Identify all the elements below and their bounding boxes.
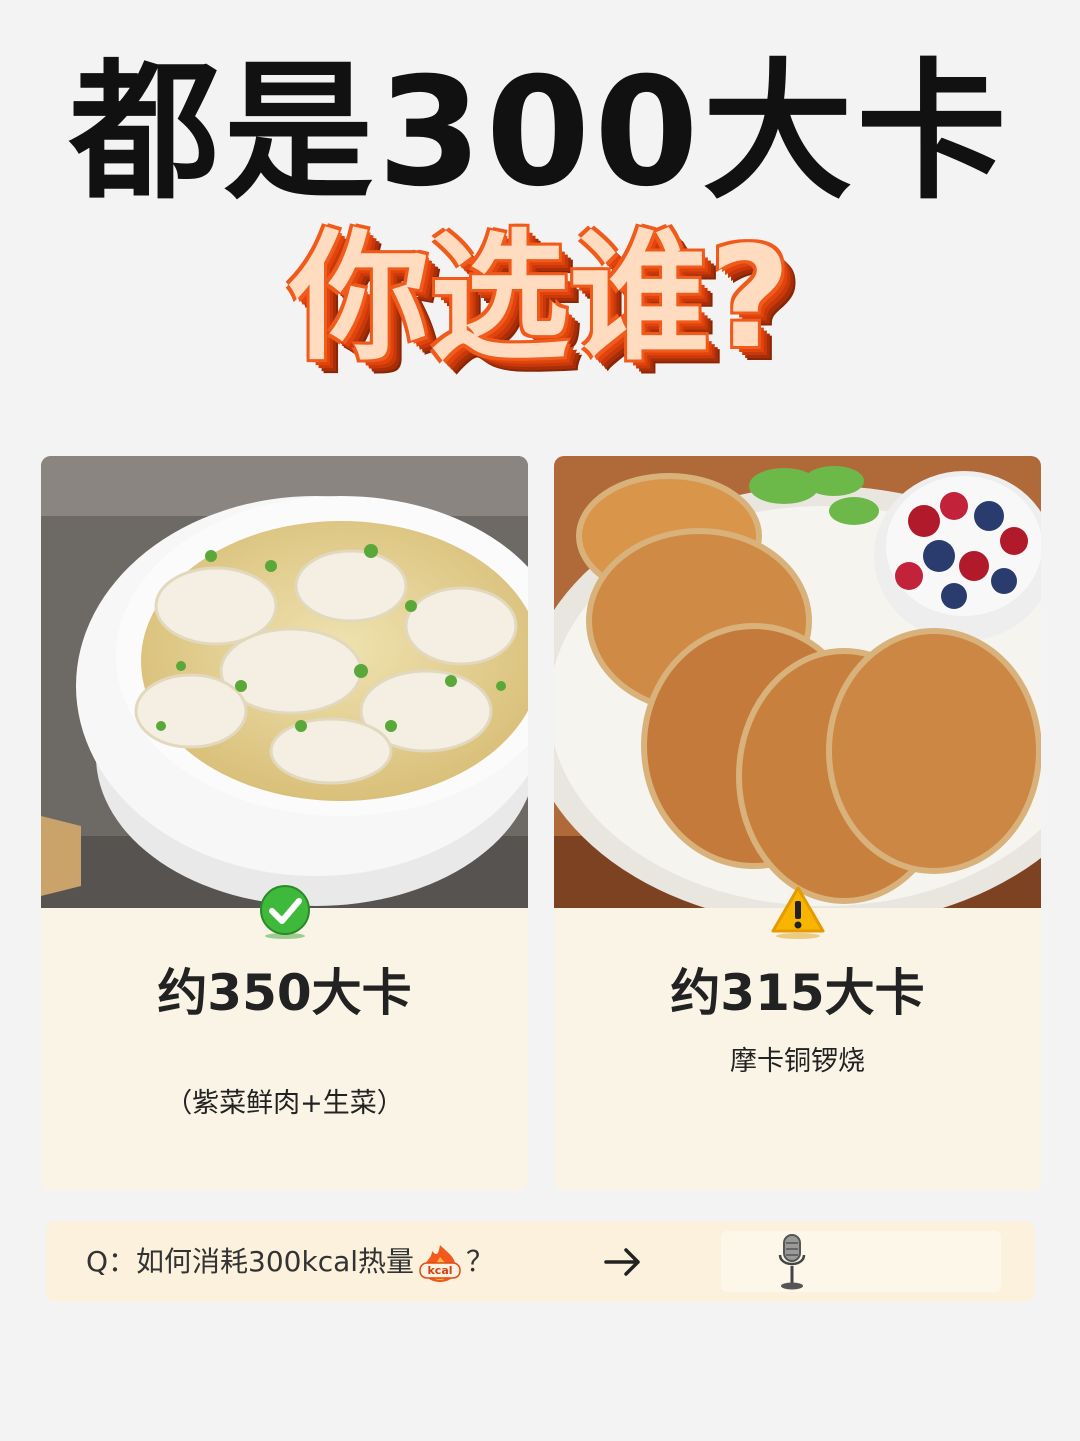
question-text: Q：如何消耗300kcal热量 kcal ？ <box>86 1221 494 1302</box>
question-text-before: Q：如何消耗300kcal热量 <box>86 1245 415 1278</box>
calorie-label: 约350大卡 <box>157 964 412 1022</box>
option-card-pancakes[interactable]: 约315大卡 摩卡铜锣烧 <box>554 456 1041 1191</box>
food-description: （紫菜鲜肉+生菜） <box>165 1088 404 1119</box>
green-check-icon <box>259 885 310 939</box>
kcal-fire-icon: kcal <box>419 1245 461 1282</box>
food-description: 摩卡铜锣烧 <box>730 1046 865 1077</box>
page-title: 都是300大卡 <box>69 46 1011 220</box>
arrow-right-icon[interactable] <box>602 1241 644 1283</box>
page-subtitle: 你选谁? <box>289 217 791 380</box>
calorie-label: 约315大卡 <box>670 964 925 1022</box>
microphone-icon[interactable] <box>776 1233 808 1291</box>
pancakes-with-berries-image <box>554 456 1041 908</box>
audio-panel[interactable] <box>721 1231 1001 1292</box>
kcal-icon-text: kcal <box>428 1264 453 1277</box>
dumpling-soup-image <box>41 456 528 908</box>
question-bar[interactable]: Q：如何消耗300kcal热量 kcal ？ <box>46 1221 1035 1302</box>
warning-icon <box>771 886 824 939</box>
question-text-after: ？ <box>466 1245 495 1278</box>
option-card-dumplings[interactable]: 约350大卡 （紫菜鲜肉+生菜） <box>41 456 528 1191</box>
